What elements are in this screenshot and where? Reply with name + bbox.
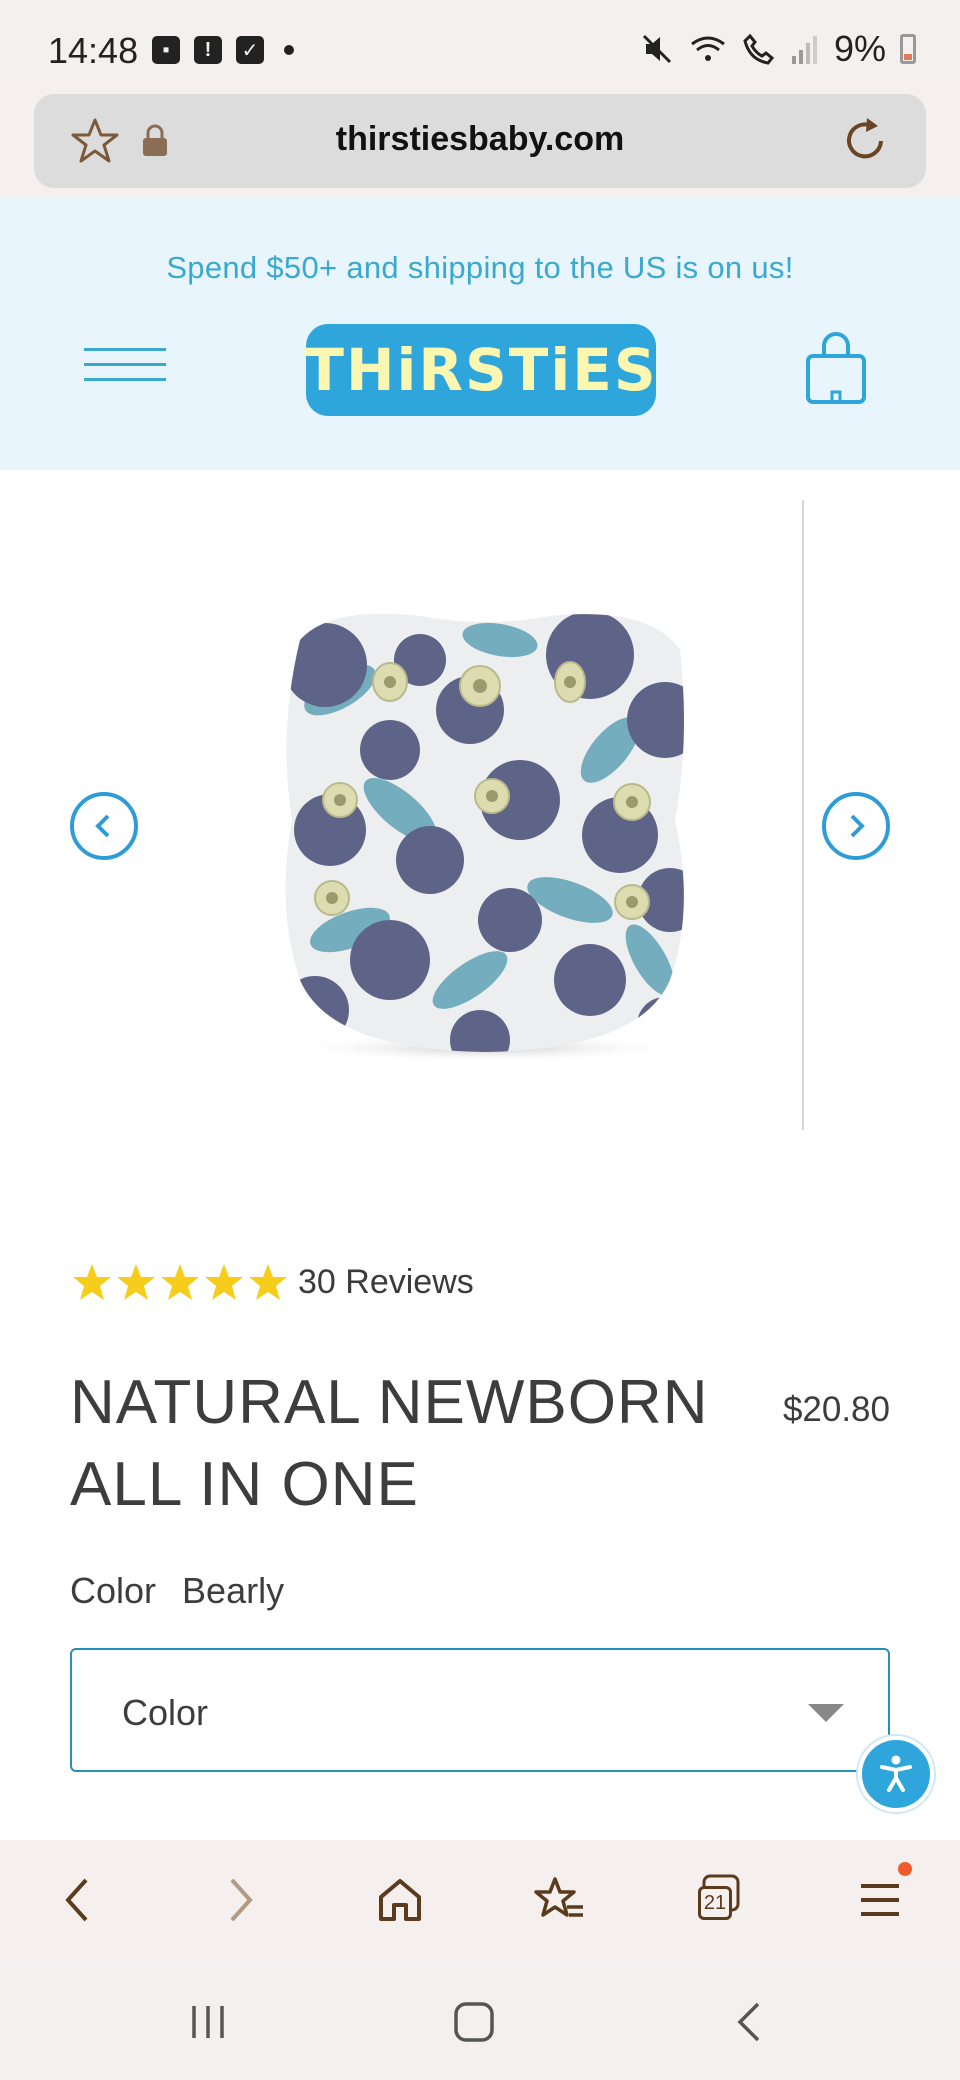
chevron-right-icon — [850, 814, 865, 838]
star-icon — [117, 1264, 155, 1300]
product-price: $20.80 — [782, 1390, 890, 1429]
mute-icon — [642, 34, 672, 64]
home-button[interactable] — [370, 1870, 430, 1930]
notification-badge — [898, 1862, 912, 1876]
check-icon: ✓ — [236, 36, 264, 64]
status-time: 14:48 — [48, 30, 139, 71]
menu-hamburger-icon[interactable] — [84, 348, 166, 384]
product-gallery — [0, 470, 960, 1170]
color-select-text: Color — [122, 1692, 209, 1733]
bookmarks-icon — [534, 1877, 583, 1917]
accessibility-icon — [880, 1755, 912, 1792]
product-rating[interactable]: 30 Reviews — [72, 1262, 474, 1302]
image-icon: ▪ — [152, 36, 180, 64]
logo-text: THiRSTiES — [304, 336, 658, 404]
browser-menu-button[interactable] — [850, 1862, 912, 1930]
chevron-left-icon — [95, 814, 110, 838]
promo-banner[interactable]: Spend $50+ and shipping to the US is on … — [0, 250, 960, 286]
bookmarks-button[interactable] — [530, 1870, 590, 1930]
product-image-diaper[interactable] — [270, 600, 700, 1060]
battery-icon — [900, 34, 916, 64]
address-bar[interactable]: thirstiesbaby.com — [34, 94, 926, 188]
wifi-icon — [691, 36, 725, 61]
chevron-down-icon — [808, 1704, 844, 1722]
dot-icon — [284, 45, 294, 55]
signal-icon — [791, 36, 817, 64]
tabs-button[interactable]: 21 — [690, 1870, 750, 1930]
gallery-divider — [802, 500, 804, 1130]
home-nav-icon[interactable] — [452, 2000, 496, 2044]
url-text[interactable]: thirstiesbaby.com — [34, 120, 926, 159]
color-label: Color — [70, 1570, 157, 1611]
browser-top-bar: thirstiesbaby.com — [0, 80, 960, 198]
menu-icon — [861, 1884, 899, 1916]
star-icon — [73, 1264, 111, 1300]
back-nav-icon[interactable] — [728, 2000, 772, 2044]
color-value: Bearly — [182, 1570, 285, 1611]
browser-bottom-toolbar: 21 — [0, 1840, 960, 1962]
reload-icon[interactable] — [838, 114, 892, 168]
gallery-next-button[interactable] — [822, 792, 890, 860]
star-icon — [249, 1264, 287, 1300]
android-navigation-bar — [0, 1962, 960, 2080]
reviews-count[interactable]: 30 Reviews — [298, 1263, 474, 1302]
site-logo[interactable]: THiRSTiES — [304, 324, 658, 416]
cart-bag-icon[interactable] — [804, 330, 868, 406]
forward-icon — [230, 1878, 253, 1922]
recent-apps-icon[interactable] — [186, 2000, 230, 2044]
product-title-line2: ALL IN ONE — [70, 1450, 419, 1519]
product-title-line1: NATURAL NEWBORN — [70, 1368, 709, 1437]
gallery-prev-button[interactable] — [70, 792, 138, 860]
color-select[interactable]: Color — [70, 1648, 890, 1772]
tabs-count: 21 — [698, 1886, 732, 1920]
star-icon — [205, 1264, 243, 1300]
back-button[interactable] — [48, 1870, 108, 1930]
status-system-icons: 9% — [640, 28, 916, 70]
status-notification-icons: ▪ ! ✓ — [152, 36, 294, 64]
site-header: Spend $50+ and shipping to the US is on … — [0, 198, 960, 470]
star-icon — [161, 1264, 199, 1300]
home-icon — [379, 1879, 421, 1921]
wifi-call-icon — [743, 33, 775, 65]
product-title: NATURAL NEWBORN ALL IN ONE — [70, 1362, 770, 1526]
battery-percent: 9% — [833, 28, 886, 69]
status-bar: 14:48 ▪ ! ✓ 9% — [0, 0, 960, 80]
color-selection: Color Bearly — [70, 1570, 284, 1612]
back-icon — [65, 1878, 88, 1922]
forward-button[interactable] — [210, 1870, 270, 1930]
alert-icon: ! — [194, 36, 222, 64]
accessibility-button[interactable] — [858, 1736, 934, 1812]
